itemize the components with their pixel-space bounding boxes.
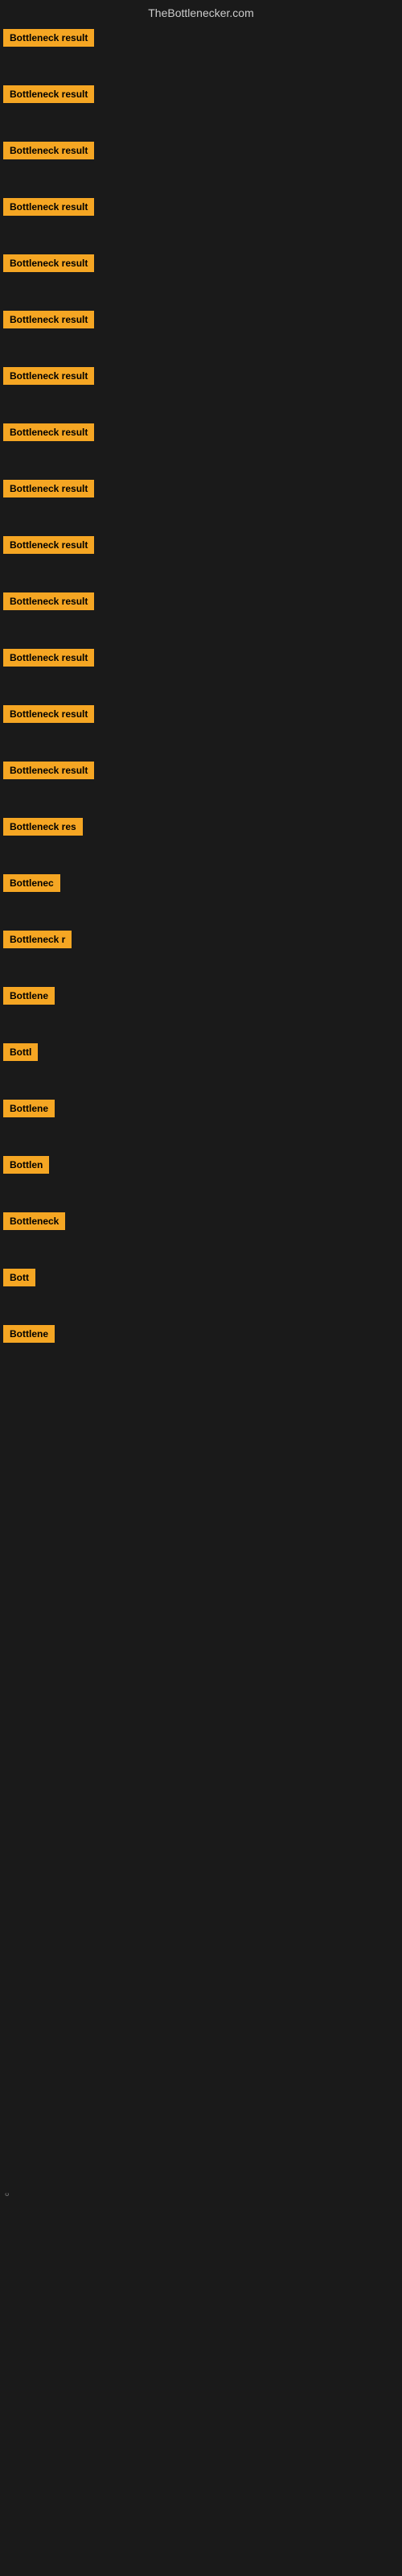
bottleneck-row-14: Bottleneck result	[0, 755, 402, 811]
bottleneck-row-13: Bottleneck result	[0, 699, 402, 755]
bottleneck-row-6: Bottleneck result	[0, 304, 402, 361]
bottom-axis-label: c	[3, 2193, 10, 2196]
bottleneck-badge-20: Bottlene	[3, 1100, 55, 1117]
bottleneck-badge-13: Bottleneck result	[3, 705, 94, 723]
bottleneck-row-3: Bottleneck result	[0, 135, 402, 192]
bottleneck-row-22: Bottleneck	[0, 1206, 402, 1262]
bottleneck-badge-22: Bottleneck	[3, 1212, 65, 1230]
bottleneck-row-7: Bottleneck result	[0, 361, 402, 417]
bottleneck-badge-16: Bottlenec	[3, 874, 60, 892]
bottleneck-row-2: Bottleneck result	[0, 79, 402, 135]
bottleneck-badge-21: Bottlen	[3, 1156, 49, 1174]
bottleneck-badge-18: Bottlene	[3, 987, 55, 1005]
bottleneck-row-4: Bottleneck result	[0, 192, 402, 248]
bottleneck-badge-19: Bottl	[3, 1043, 38, 1061]
bottleneck-badge-9: Bottleneck result	[3, 480, 94, 497]
bottleneck-row-11: Bottleneck result	[0, 586, 402, 642]
bottleneck-row-10: Bottleneck result	[0, 530, 402, 586]
bottleneck-badge-6: Bottleneck result	[3, 311, 94, 328]
bottleneck-row-21: Bottlen	[0, 1150, 402, 1206]
bottleneck-row-16: Bottlenec	[0, 868, 402, 924]
bottleneck-badge-2: Bottleneck result	[3, 85, 94, 103]
bottleneck-badge-17: Bottleneck r	[3, 931, 72, 948]
bottleneck-row-9: Bottleneck result	[0, 473, 402, 530]
bottleneck-row-20: Bottlene	[0, 1093, 402, 1150]
bottleneck-badge-5: Bottleneck result	[3, 254, 94, 272]
bottleneck-row-17: Bottleneck r	[0, 924, 402, 980]
bottleneck-badge-15: Bottleneck res	[3, 818, 83, 836]
bottleneck-row-23: Bott	[0, 1262, 402, 1319]
bottleneck-badge-3: Bottleneck result	[3, 142, 94, 159]
bottleneck-badge-12: Bottleneck result	[3, 649, 94, 667]
bottleneck-row-12: Bottleneck result	[0, 642, 402, 699]
bottleneck-badge-23: Bott	[3, 1269, 35, 1286]
bottleneck-badge-14: Bottleneck result	[3, 762, 94, 779]
bottleneck-row-8: Bottleneck result	[0, 417, 402, 473]
site-title: TheBottlenecker.com	[148, 6, 254, 19]
bottleneck-badge-7: Bottleneck result	[3, 367, 94, 385]
bottleneck-row-19: Bottl	[0, 1037, 402, 1093]
bottleneck-row-24: Bottlene	[0, 1319, 402, 1375]
site-header: TheBottlenecker.com	[0, 0, 402, 23]
bottleneck-badge-24: Bottlene	[3, 1325, 55, 1343]
bottleneck-badge-1: Bottleneck result	[3, 29, 94, 47]
bottleneck-row-15: Bottleneck res	[0, 811, 402, 868]
bottleneck-badge-8: Bottleneck result	[3, 423, 94, 441]
bottleneck-badge-11: Bottleneck result	[3, 592, 94, 610]
bottleneck-row-18: Bottlene	[0, 980, 402, 1037]
bottleneck-badge-10: Bottleneck result	[3, 536, 94, 554]
bottleneck-row-1: Bottleneck result	[0, 23, 402, 79]
bottleneck-row-5: Bottleneck result	[0, 248, 402, 304]
bottleneck-badge-4: Bottleneck result	[3, 198, 94, 216]
